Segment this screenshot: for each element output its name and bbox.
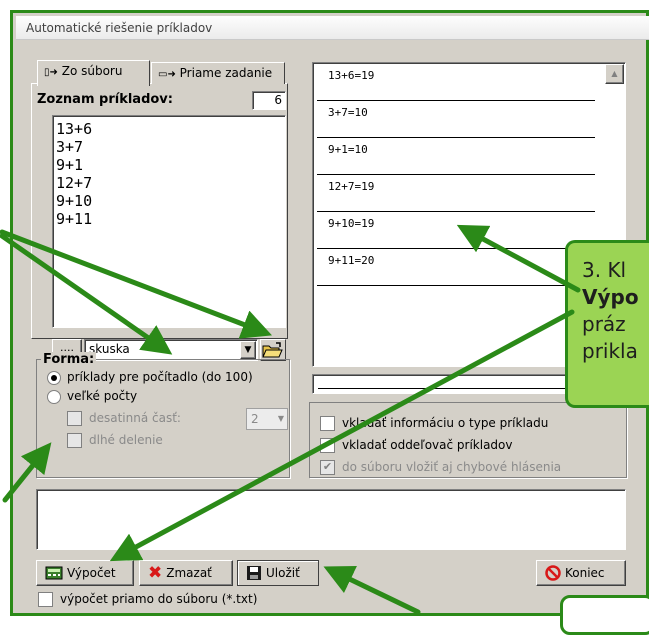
window-title: Automatické riešenie príkladov: [16, 16, 649, 40]
forma-label: Forma:: [41, 352, 97, 367]
floppy-disk-icon: [247, 566, 261, 580]
result-row: 9+11=20: [317, 249, 595, 286]
keyboard-arrow-icon: ▭➜: [158, 69, 176, 80]
list-item[interactable]: 9+1: [53, 156, 285, 174]
save-button[interactable]: Uložiť: [237, 560, 319, 586]
result-row: 13+6=19: [317, 64, 595, 101]
checkbox-icon-checked: ✔: [320, 460, 335, 475]
result-row: 3+7=10: [317, 101, 595, 138]
tab-direct-input[interactable]: ▭➜ Priame zadanie: [151, 62, 285, 84]
radio-icon-checked: [47, 370, 61, 385]
checkbox-icon: [320, 416, 335, 431]
examples-count[interactable]: 6: [252, 91, 286, 110]
decimal-select[interactable]: 2 ▼: [246, 408, 288, 430]
file-select[interactable]: skuska: [84, 339, 258, 361]
close-button[interactable]: Koniec: [536, 560, 626, 586]
clear-button[interactable]: ✖ Zmazať: [139, 560, 233, 586]
open-folder-icon: [262, 342, 283, 358]
radio-icon: [47, 389, 61, 404]
callout-step3: 3. Kl Výpo práz prikla: [565, 240, 649, 408]
list-item[interactable]: 9+11: [53, 210, 285, 228]
tab-from-file[interactable]: ▯➜ Zo súboru: [37, 60, 150, 86]
message-box[interactable]: [36, 489, 626, 550]
checkbox-direct-to-file[interactable]: výpočet priamo do súboru (*.txt): [38, 590, 257, 608]
result-row: 12+7=19: [317, 175, 595, 212]
checkbox-insert-errors[interactable]: ✔ do súboru vložiť aj chybové hlásenia: [320, 456, 561, 478]
examples-label: Zoznam príkladov:: [37, 92, 173, 107]
open-folder-button[interactable]: [260, 339, 286, 361]
radio-big-numbers[interactable]: veľké počty: [47, 385, 137, 407]
checkbox-icon-checked: ✔: [320, 438, 335, 453]
list-item[interactable]: 12+7: [53, 174, 285, 192]
list-item[interactable]: 3+7: [53, 138, 285, 156]
calculator-icon: [45, 566, 63, 580]
scrollbar-up-button[interactable]: ▲: [605, 64, 624, 84]
examples-list[interactable]: 13+6 3+7 9+1 12+7 9+10 9+11: [52, 115, 286, 328]
list-item[interactable]: 13+6: [53, 120, 285, 138]
checkbox-long-division[interactable]: dlhé delenie: [67, 429, 163, 451]
checkbox-insert-info[interactable]: vkladať informáciu o type príkladu: [320, 412, 548, 434]
file-arrow-icon: ▯➜: [44, 67, 58, 78]
checkbox-icon: [67, 411, 82, 426]
result-row: 9+10=19: [317, 212, 595, 249]
checkbox-icon: [67, 433, 82, 448]
callout-bottom-right: [560, 595, 649, 635]
result-row: 9+1=10: [317, 138, 595, 175]
chevron-down-icon: ▼: [277, 414, 284, 423]
checkbox-decimal-part[interactable]: desatinná časť:: [67, 407, 181, 429]
file-dropdown-button[interactable]: ▼: [240, 341, 256, 359]
no-entry-icon: [545, 565, 561, 581]
checkbox-icon: [38, 592, 53, 607]
compute-button[interactable]: Výpočet: [36, 560, 134, 586]
list-item[interactable]: 9+10: [53, 192, 285, 210]
checkbox-insert-separator[interactable]: ✔ vkladať oddeľovač príkladov: [320, 434, 512, 456]
chevron-down-icon: ▼: [244, 345, 252, 355]
red-x-icon: ✖: [148, 563, 163, 583]
chevron-up-icon: ▲: [611, 69, 618, 78]
